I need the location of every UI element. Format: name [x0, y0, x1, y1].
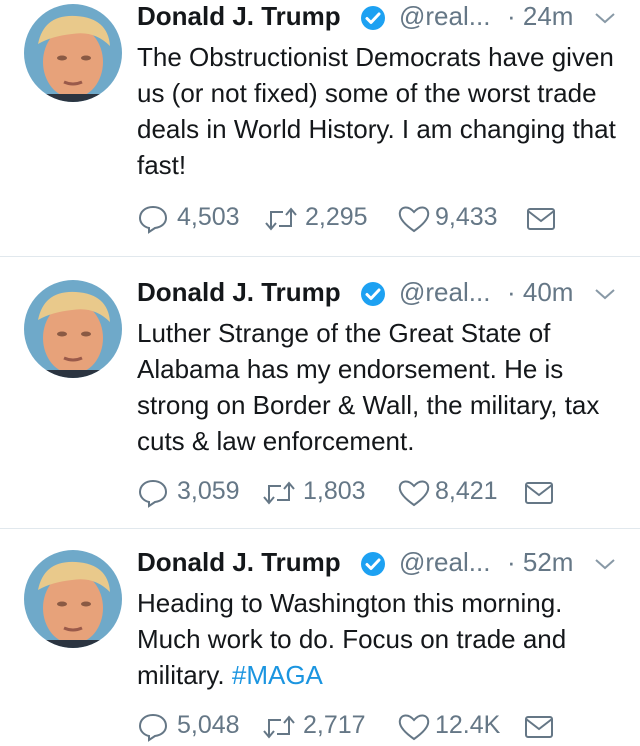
avatar[interactable] — [24, 4, 122, 102]
heart-icon — [398, 206, 430, 233]
avatar[interactable] — [24, 550, 122, 648]
timestamp[interactable]: · 24m — [507, 1, 573, 32]
retweet-icon — [263, 481, 295, 505]
reply-icon — [138, 479, 168, 508]
handle[interactable]: @real... — [399, 1, 490, 32]
chevron-down-icon[interactable] — [593, 286, 617, 302]
reply-count: 4,503 — [177, 203, 240, 231]
tweet-feed: Donald J. Trump @real... · 24m The Obstr… — [0, 0, 640, 746]
tweet-actions: 3,059 1,803 8,421 — [137, 472, 617, 512]
envelope-icon — [525, 482, 553, 504]
divider — [0, 256, 640, 257]
reply-count: 5,048 — [177, 711, 240, 739]
handle[interactable]: @real... — [399, 277, 490, 308]
envelope-icon — [527, 208, 555, 230]
tweet-actions: 5,048 2,717 12.4K — [137, 706, 617, 746]
tweet-body: Heading to Washington this morning. Much… — [137, 588, 567, 690]
tweet[interactable]: Donald J. Trump @real... · 52m Heading t… — [0, 546, 640, 746]
timestamp[interactable]: · 52m — [507, 547, 573, 578]
retweet-icon — [263, 715, 295, 739]
verified-badge-icon — [361, 282, 385, 306]
display-name[interactable]: Donald J. Trump — [137, 547, 341, 578]
like-count: 8,421 — [435, 477, 498, 505]
like-count: 12.4K — [435, 711, 501, 739]
envelope-icon — [525, 716, 553, 738]
retweet-count: 1,803 — [303, 477, 366, 505]
display-name[interactable]: Donald J. Trump — [137, 277, 341, 308]
heart-icon — [398, 480, 430, 507]
tweet-header: Donald J. Trump @real... · 40m — [137, 276, 627, 314]
tweet-text: Luther Strange of the Great State of Ala… — [137, 315, 622, 459]
tweet-text: Heading to Washington this morning. Much… — [137, 585, 622, 693]
display-name[interactable]: Donald J. Trump — [137, 1, 341, 32]
retweet-icon — [265, 207, 297, 231]
chevron-down-icon[interactable] — [593, 556, 617, 572]
retweet-count: 2,717 — [303, 711, 366, 739]
tweet-header: Donald J. Trump @real... · 52m — [137, 546, 627, 584]
timestamp[interactable]: · 40m — [507, 277, 573, 308]
verified-badge-icon — [361, 6, 385, 30]
tweet[interactable]: Donald J. Trump @real... · 24m The Obstr… — [0, 0, 640, 255]
reply-count: 3,059 — [177, 477, 240, 505]
retweet-count: 2,295 — [305, 203, 368, 231]
tweet[interactable]: Donald J. Trump @real... · 40m Luther St… — [0, 276, 640, 526]
handle[interactable]: @real... — [399, 547, 490, 578]
chevron-down-icon[interactable] — [593, 10, 617, 26]
avatar[interactable] — [24, 280, 122, 378]
divider — [0, 528, 640, 529]
reply-icon — [138, 205, 168, 234]
tweet-body: The Obstructionist Democrats have given … — [137, 42, 616, 180]
tweet-header: Donald J. Trump @real... · 24m — [137, 0, 627, 38]
tweet-body: Luther Strange of the Great State of Ala… — [137, 318, 600, 456]
tweet-text: The Obstructionist Democrats have given … — [137, 39, 622, 183]
heart-icon — [398, 714, 430, 741]
like-count: 9,433 — [435, 203, 498, 231]
tweet-actions: 4,503 2,295 9,433 — [137, 198, 617, 238]
hashtag-link[interactable]: #MAGA — [232, 660, 323, 690]
verified-badge-icon — [361, 552, 385, 576]
reply-icon — [138, 713, 168, 742]
